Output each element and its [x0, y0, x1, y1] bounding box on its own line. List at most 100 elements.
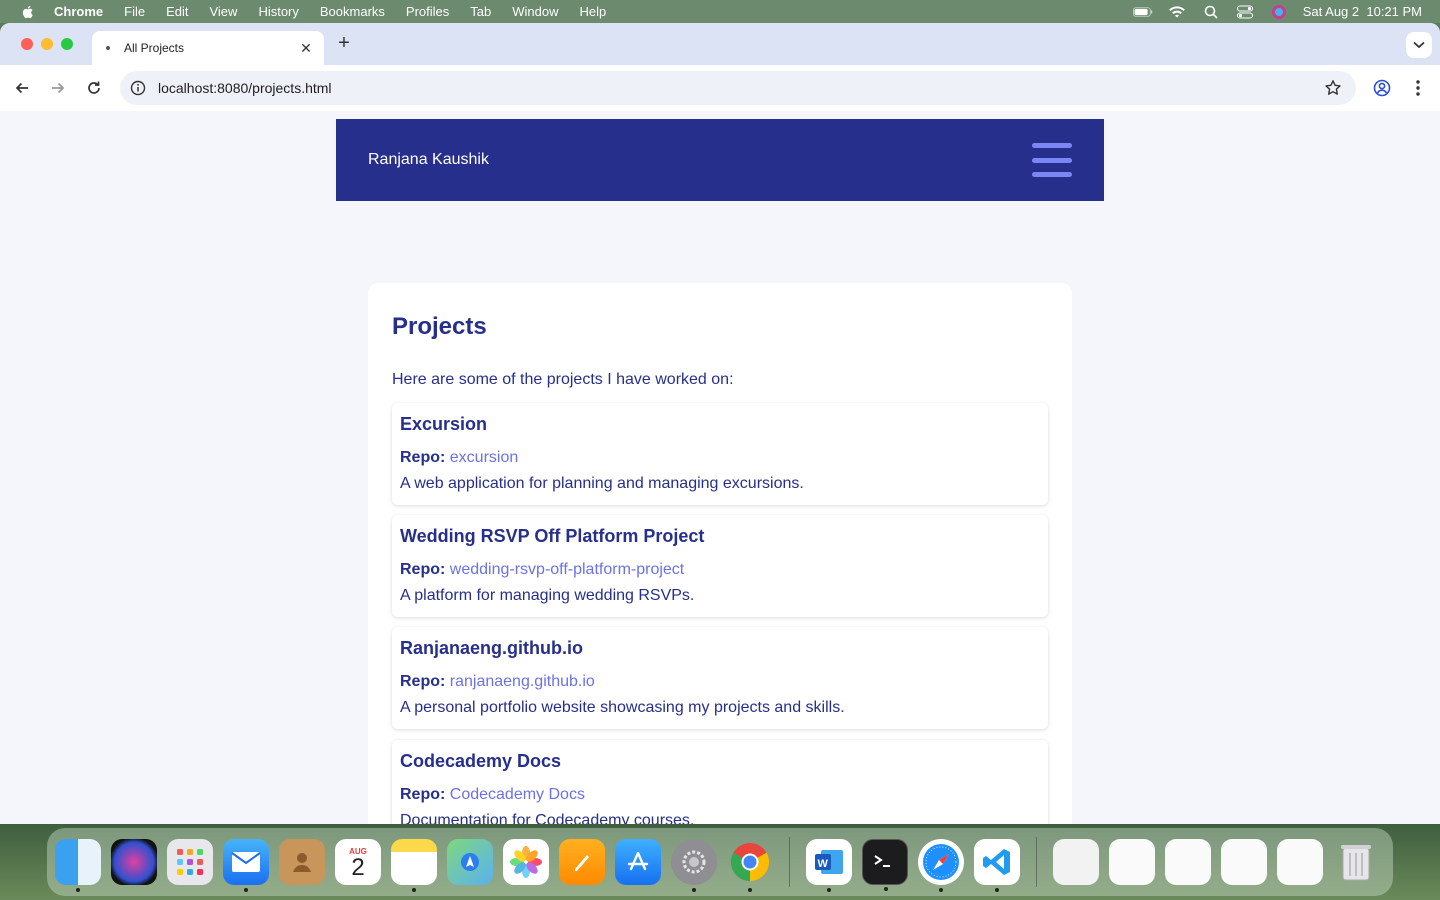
hamburger-menu-icon[interactable]: [1032, 143, 1072, 177]
project-repo: Repo: ranjanaeng.github.io: [400, 673, 595, 691]
notes-icon[interactable]: [391, 839, 437, 892]
menu-bookmarks[interactable]: Bookmarks: [320, 4, 385, 19]
page-title: Projects: [392, 313, 487, 340]
repo-link[interactable]: excursion: [450, 449, 518, 466]
document-thumbnail-icon[interactable]: [1109, 839, 1155, 885]
calendar-icon[interactable]: AUG 2: [335, 839, 381, 885]
page-viewport: Ranjana Kaushik Projects Here are some o…: [0, 111, 1440, 824]
chevron-down-icon: [1413, 41, 1425, 49]
repo-label: Repo:: [400, 786, 446, 803]
repo-link[interactable]: Codecademy Docs: [450, 786, 585, 803]
close-window-button[interactable]: [21, 38, 33, 50]
siri-menubar-icon[interactable]: [1269, 4, 1289, 19]
maps-icon[interactable]: [447, 839, 493, 885]
browser-menu-button[interactable]: [1404, 74, 1432, 102]
pages-icon[interactable]: [559, 839, 605, 885]
contacts-icon[interactable]: [279, 839, 325, 885]
menubar-clock[interactable]: Sat Aug 2 10:21 PM: [1303, 4, 1422, 19]
zoom-window-button[interactable]: [61, 38, 73, 50]
menu-app-name[interactable]: Chrome: [54, 4, 103, 19]
kebab-menu-icon: [1416, 80, 1420, 96]
back-button[interactable]: [8, 74, 36, 102]
reload-icon: [88, 81, 100, 94]
repo-link[interactable]: ranjanaeng.github.io: [450, 673, 595, 690]
control-center-icon[interactable]: [1235, 5, 1255, 19]
menu-tab[interactable]: Tab: [470, 4, 491, 19]
reload-button[interactable]: [80, 74, 108, 102]
document-thumbnail-icon[interactable]: [1053, 839, 1099, 885]
dock: AUG 2 W: [47, 828, 1393, 896]
menu-profiles[interactable]: Profiles: [406, 4, 449, 19]
document-thumbnail-icon[interactable]: [1165, 839, 1211, 885]
menu-window[interactable]: Window: [512, 4, 558, 19]
repo-label: Repo:: [400, 449, 446, 466]
browser-window: All Projects ✕ + localhost:8080/projects…: [0, 23, 1440, 824]
trash-icon[interactable]: [1333, 839, 1379, 885]
minimize-window-button[interactable]: [41, 38, 53, 50]
close-tab-icon[interactable]: ✕: [298, 40, 314, 56]
menu-help[interactable]: Help: [580, 4, 607, 19]
tab-title: All Projects: [124, 41, 185, 55]
projects-section: Projects Here are some of the projects I…: [368, 283, 1072, 824]
dock-separator: [789, 837, 790, 887]
browser-toolbar: localhost:8080/projects.html: [0, 65, 1440, 111]
document-thumbnail-icon[interactable]: [1221, 839, 1267, 885]
project-card: Ranjanaeng.github.io Repo: ranjanaeng.gi…: [392, 627, 1048, 729]
site-header: Ranjana Kaushik: [336, 119, 1104, 201]
safari-icon[interactable]: [918, 839, 964, 892]
tab-all-projects[interactable]: All Projects ✕: [92, 31, 324, 65]
site-info-icon[interactable]: [130, 80, 146, 96]
address-bar[interactable]: localhost:8080/projects.html: [120, 71, 1356, 105]
menu-view[interactable]: View: [209, 4, 237, 19]
arrow-left-icon: [15, 82, 28, 94]
launchpad-icon[interactable]: [167, 839, 213, 885]
dock-separator: [1036, 837, 1037, 887]
photos-icon[interactable]: [503, 839, 549, 885]
tab-strip: All Projects ✕ +: [0, 23, 1440, 65]
url-text[interactable]: localhost:8080/projects.html: [158, 80, 332, 96]
profile-icon: [1373, 79, 1391, 97]
mail-icon[interactable]: [223, 839, 269, 892]
tab-search-button[interactable]: [1406, 32, 1432, 58]
vscode-icon[interactable]: [974, 839, 1020, 892]
project-title: Ranjanaeng.github.io: [400, 638, 583, 658]
forward-button[interactable]: [44, 74, 72, 102]
word-icon[interactable]: W: [806, 839, 852, 892]
projects-intro: Here are some of the projects I have wor…: [392, 371, 734, 388]
project-card: Wedding RSVP Off Platform Project Repo: …: [392, 515, 1048, 617]
site-name[interactable]: Ranjana Kaushik: [368, 151, 489, 169]
project-title: Wedding RSVP Off Platform Project: [400, 526, 705, 546]
project-description: A web application for planning and manag…: [400, 475, 804, 492]
favicon-icon: [106, 46, 110, 50]
bookmark-star-icon[interactable]: [1324, 79, 1342, 97]
project-title: Excursion: [400, 414, 488, 434]
system-settings-icon[interactable]: [671, 839, 717, 892]
repo-link[interactable]: wedding-rsvp-off-platform-project: [450, 561, 684, 578]
repo-label: Repo:: [400, 673, 446, 690]
project-card: Excursion Repo: excursion A web applicat…: [392, 403, 1048, 505]
profile-button[interactable]: [1368, 74, 1396, 102]
project-description: Documentation for Codecademy courses.: [400, 812, 695, 824]
repo-label: Repo:: [400, 561, 446, 578]
menu-edit[interactable]: Edit: [166, 4, 188, 19]
siri-icon[interactable]: [111, 839, 157, 885]
new-tab-button[interactable]: +: [334, 33, 354, 54]
terminal-icon[interactable]: [862, 839, 908, 891]
calendar-day: 2: [351, 853, 365, 881]
menu-bar: Chrome File Edit View History Bookmarks …: [0, 0, 1440, 23]
wifi-icon[interactable]: [1167, 5, 1187, 19]
project-repo: Repo: excursion: [400, 449, 518, 467]
finder-icon[interactable]: [55, 839, 101, 892]
document-thumbnail-icon[interactable]: [1277, 839, 1323, 885]
menu-history[interactable]: History: [258, 4, 298, 19]
project-title: Codecademy Docs: [400, 751, 562, 771]
project-repo: Repo: Codecademy Docs: [400, 786, 585, 804]
menu-file[interactable]: File: [124, 4, 145, 19]
project-card: Codecademy Docs Repo: Codecademy Docs Do…: [392, 740, 1048, 824]
apple-icon[interactable]: [20, 4, 36, 20]
chrome-icon[interactable]: [727, 839, 773, 892]
arrow-right-icon: [52, 82, 65, 94]
spotlight-search-icon[interactable]: [1201, 5, 1221, 19]
app-store-icon[interactable]: [615, 839, 661, 885]
battery-icon[interactable]: [1132, 5, 1153, 19]
